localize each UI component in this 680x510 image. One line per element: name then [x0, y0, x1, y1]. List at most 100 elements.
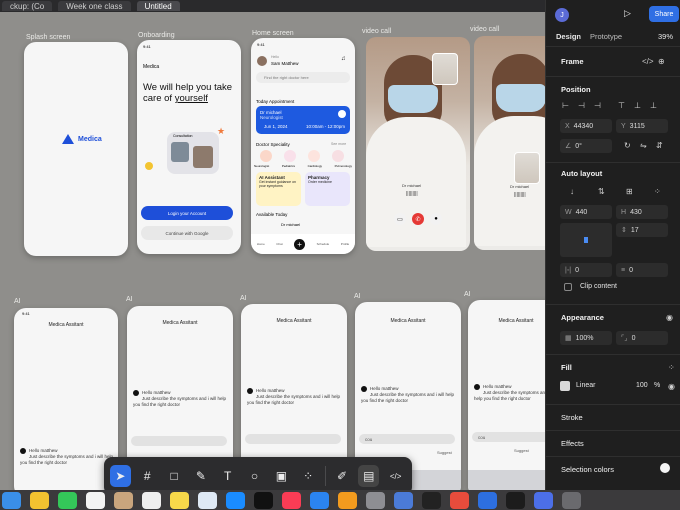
- neurologist-icon[interactable]: [260, 150, 272, 162]
- effects-title[interactable]: Effects: [561, 439, 584, 448]
- padding-horizontal-field[interactable]: |◦| 0: [560, 263, 612, 277]
- nav-home[interactable]: Home: [257, 242, 265, 246]
- chat-input[interactable]: cou: [359, 434, 455, 444]
- design-canvas[interactable]: Splash screen Onboarding Home screen vid…: [0, 12, 556, 490]
- ai-assistant-tile[interactable]: AI Assistant Get instant guidance on you…: [256, 172, 301, 206]
- self-view-pip[interactable]: [432, 53, 458, 85]
- align-middle-icon[interactable]: ⊥: [634, 101, 641, 110]
- fill-opacity[interactable]: 100: [636, 382, 648, 389]
- nav-chat[interactable]: Chat: [276, 242, 282, 246]
- login-button[interactable]: Login your Account: [141, 206, 233, 220]
- notes-icon[interactable]: [170, 491, 189, 509]
- draw-mode-icon[interactable]: ✐: [332, 465, 353, 487]
- self-view-pip[interactable]: [514, 152, 540, 184]
- call-icon[interactable]: [338, 110, 346, 118]
- eye-icon[interactable]: ◉: [668, 382, 675, 391]
- tab-untitled[interactable]: Untitled: [136, 1, 180, 11]
- pharmacy-tile[interactable]: Pharmacy Order medicine: [305, 172, 350, 206]
- see-more-link[interactable]: See more: [331, 142, 346, 146]
- opacity-field[interactable]: ▦ 100%: [560, 331, 612, 345]
- chat-input[interactable]: [131, 436, 227, 446]
- frame-label-splash[interactable]: Splash screen: [26, 34, 70, 41]
- tab-prototype[interactable]: Prototype: [590, 32, 622, 41]
- target-icon[interactable]: ⊕: [658, 57, 665, 66]
- frame-label-ai-2[interactable]: AI: [126, 296, 133, 303]
- cardiology-icon[interactable]: [308, 150, 320, 162]
- keynote-icon[interactable]: [310, 491, 329, 509]
- fill-type[interactable]: Linear: [576, 382, 595, 389]
- stroke-title[interactable]: Stroke: [561, 413, 583, 422]
- width-field[interactable]: W 440: [560, 205, 612, 219]
- rotate-icon[interactable]: ↻: [624, 141, 631, 150]
- nav-schedule[interactable]: Schedule: [317, 242, 330, 246]
- video-call-frame[interactable]: Dr michael ||||||||| ▭ ✆ ●: [366, 37, 470, 251]
- figma-icon[interactable]: [422, 491, 441, 509]
- settings-icon[interactable]: [366, 491, 385, 509]
- frame-tool-icon[interactable]: #: [137, 465, 158, 487]
- frame-label-ai-3[interactable]: AI: [240, 295, 247, 302]
- align-top-icon[interactable]: ⊤: [618, 101, 625, 110]
- frame-label-home[interactable]: Home screen: [252, 30, 294, 37]
- frame-label-video-call-2[interactable]: video call: [470, 26, 499, 33]
- height-field[interactable]: H 430: [616, 205, 668, 219]
- pediatrics-icon[interactable]: [284, 150, 296, 162]
- calendar-icon[interactable]: [86, 491, 105, 509]
- avatar[interactable]: [257, 56, 267, 66]
- mic-icon[interactable]: ●: [430, 213, 442, 225]
- keyboard[interactable]: [468, 470, 556, 490]
- grid-styles-icon[interactable]: ⁘: [668, 363, 675, 372]
- bell-icon[interactable]: ♫: [341, 56, 346, 62]
- ai-chat-frame-5[interactable]: Medica Assitant Hello matthew Just descr…: [468, 300, 556, 490]
- app-store-icon[interactable]: [226, 491, 245, 509]
- play-icon[interactable]: ▷: [624, 8, 631, 19]
- reminders-icon[interactable]: [142, 491, 161, 509]
- screens-icon[interactable]: [562, 491, 581, 509]
- apple-tv-icon[interactable]: [254, 491, 273, 509]
- code-icon[interactable]: </>: [642, 57, 654, 66]
- photos-icon[interactable]: [30, 491, 49, 509]
- search-input[interactable]: Find the right doctor here: [256, 72, 350, 83]
- suggest-label[interactable]: Suggest: [437, 450, 452, 455]
- alignment-grid[interactable]: [560, 223, 612, 257]
- chrome-icon[interactable]: [450, 491, 469, 509]
- comment-tool-icon[interactable]: ○: [244, 465, 265, 487]
- wrap-icon[interactable]: ⊞: [626, 187, 633, 196]
- freeform-icon[interactable]: [198, 491, 217, 509]
- xcode-icon[interactable]: [534, 491, 553, 509]
- pulmonology-icon[interactable]: [332, 150, 344, 162]
- x-field[interactable]: X 44340: [560, 119, 612, 133]
- chat-input[interactable]: cou: [472, 432, 556, 442]
- components-tool-icon[interactable]: ⁘: [298, 465, 319, 487]
- preview-icon[interactable]: [394, 491, 413, 509]
- align-right-icon[interactable]: ⊣: [594, 101, 601, 110]
- frame-label-ai-4[interactable]: AI: [354, 293, 361, 300]
- flip-horizontal-icon[interactable]: ⇋: [640, 141, 647, 150]
- align-bottom-icon[interactable]: ⊥: [650, 101, 657, 110]
- padding-vertical-field[interactable]: ≡ 0: [616, 263, 668, 277]
- chat-input[interactable]: [245, 434, 341, 444]
- suggest-label[interactable]: Suggest: [514, 448, 529, 453]
- finder-icon[interactable]: [2, 491, 21, 509]
- align-left-icon[interactable]: ⊢: [562, 101, 569, 110]
- color-swatch[interactable]: [660, 463, 670, 473]
- music-icon[interactable]: [282, 491, 301, 509]
- quicktime-icon[interactable]: [478, 491, 497, 509]
- ai-chat-frame-1[interactable]: 9:41 Medica Assitant Hello matthew Just …: [14, 308, 118, 490]
- text-tool-icon[interactable]: T: [217, 465, 238, 487]
- onboarding-frame[interactable]: 9:41 Medica We will help you take care o…: [137, 40, 241, 254]
- pen-tool-icon[interactable]: ✎: [190, 465, 211, 487]
- pages-icon[interactable]: [338, 491, 357, 509]
- radius-field[interactable]: ⌜⌟ 0: [616, 331, 668, 345]
- terminal-icon[interactable]: [506, 491, 525, 509]
- appointment-card[interactable]: Dr michael Neurologist Jun 1, 2024 10:00…: [256, 106, 350, 134]
- align-center-icon[interactable]: ⊣: [578, 101, 585, 110]
- flip-vertical-icon[interactable]: ⇵: [656, 141, 663, 150]
- resources-tool-icon[interactable]: ▣: [271, 465, 292, 487]
- camera-icon[interactable]: ▭: [394, 213, 406, 225]
- tab-mockup[interactable]: ckup: (Co: [2, 1, 53, 11]
- y-field[interactable]: Y 3115: [616, 119, 668, 133]
- zoom-level[interactable]: 39%: [658, 32, 673, 41]
- messages-icon[interactable]: [58, 491, 77, 509]
- fill-swatch[interactable]: [560, 381, 570, 391]
- rotation-field[interactable]: ∠ 0°: [560, 139, 612, 153]
